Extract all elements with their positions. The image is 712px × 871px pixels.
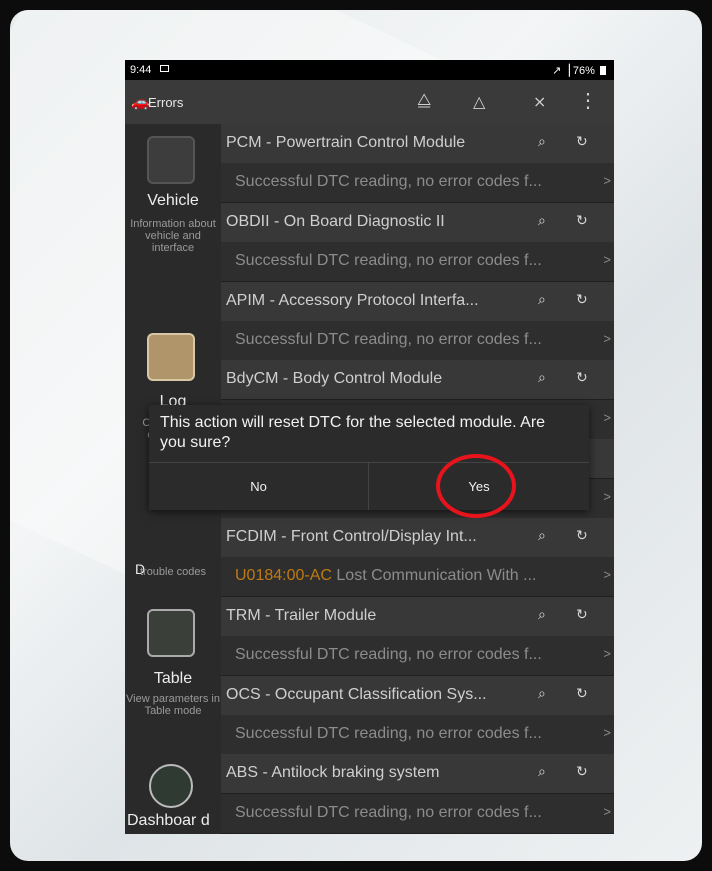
module-row[interactable]: APIM - Accessory Protocol Interfa... ⌕ ↻ (221, 282, 614, 321)
table-grid-icon (147, 609, 195, 657)
module-row[interactable]: FCDIM - Front Control/Display Int... ⌕ ↻ (221, 518, 614, 557)
chevron-right-icon: > (603, 646, 611, 661)
search-icon[interactable]: ⌕ (538, 763, 546, 780)
chevron-right-icon: > (603, 410, 611, 425)
module-name: TRM - Trailer Module (226, 607, 377, 624)
phone-screen: 9:44 ↗▕ 76% 🚗 Errors ⧋ △ ⨯ ⋮ Vehicle Inf… (125, 60, 614, 834)
refresh-icon[interactable]: ↻ (576, 291, 588, 308)
sidebar-item-desc: View parameters in Table mode (126, 693, 220, 717)
reset-dtc-dialog: This action will reset DTC for the selec… (149, 405, 589, 510)
search-icon[interactable]: ⌕ (538, 212, 546, 229)
result-row[interactable]: Successful DTC reading, no error codes f… (221, 715, 614, 754)
module-row[interactable]: OCS - Occupant Classification Sys... ⌕ ↻ (221, 676, 614, 715)
chevron-right-icon: > (603, 725, 611, 740)
module-row[interactable]: BdyCM - Body Control Module ⌕ ↻ (221, 360, 614, 399)
sidebar-item-dashboard[interactable]: Dashboar d (125, 764, 221, 834)
module-name: FCDIM - Front Control/Display Int... (226, 528, 477, 545)
module-row[interactable]: OBDII - On Board Diagnostic II ⌕ ↻ (221, 203, 614, 242)
gallery-icon (160, 65, 169, 72)
refresh-icon[interactable]: ↻ (576, 763, 588, 780)
module-name: OCS - Occupant Classification Sys... (226, 686, 487, 703)
status-time: 9:44 (130, 64, 152, 76)
refresh-icon[interactable]: ↻ (576, 606, 588, 623)
search-icon[interactable]: ⌕ (538, 369, 546, 386)
page-title: Errors (148, 95, 184, 110)
chevron-right-icon: > (603, 567, 611, 582)
result-row[interactable]: Successful DTC reading, no error codes f… (221, 636, 614, 675)
status-bar: 9:44 ↗▕ 76% (125, 60, 614, 80)
search-icon[interactable]: ⌕ (538, 133, 546, 150)
module-name: PCM - Powertrain Control Module (226, 134, 466, 151)
chevron-right-icon: > (603, 252, 611, 267)
result-text: Successful DTC reading, no error codes f… (235, 173, 542, 190)
gauge-icon (149, 764, 193, 808)
signal-icon: ↗▕ (552, 65, 570, 77)
module-row[interactable]: TRM - Trailer Module ⌕ ↻ (221, 597, 614, 636)
chevron-right-icon: > (603, 173, 611, 188)
search-icon[interactable]: ⌕ (538, 685, 546, 702)
error-row[interactable]: U0184:00-AC Lost Communication With ... > (221, 557, 614, 596)
result-text: Successful DTC reading, no error codes f… (235, 331, 542, 348)
vehicle-icon (147, 136, 195, 184)
sidebar-item-table[interactable]: Table View parameters in Table mode (125, 609, 221, 759)
status-right: ↗▕ 76% (552, 64, 606, 77)
sidebar-item-vehicle[interactable]: Vehicle Information about vehicle and in… (125, 124, 221, 319)
no-button[interactable]: No (149, 463, 368, 510)
warning-triangle-icon[interactable]: ⧋ (417, 92, 431, 110)
sidebar-item-label: Table (153, 670, 193, 687)
module-name: BdyCM - Body Control Module (226, 370, 443, 387)
result-row[interactable]: Successful DTC reading, no error codes f… (221, 242, 614, 281)
dialog-message: This action will reset DTC for the selec… (160, 414, 546, 451)
module-row[interactable]: PCM - Powertrain Control Module ⌕ ↻ (221, 124, 614, 163)
overflow-menu-icon[interactable]: ⋮ (578, 88, 598, 113)
notepad-icon (147, 333, 195, 381)
search-icon[interactable]: ⌕ (538, 606, 546, 623)
module-name: OBDII - On Board Diagnostic II (226, 213, 445, 230)
result-text: U0184:00-AC Lost Communication With ... (235, 567, 536, 585)
result-text: Successful DTC reading, no error codes f… (235, 646, 542, 663)
module-name: APIM - Accessory Protocol Interfa... (226, 292, 479, 309)
result-row[interactable]: Successful DTC reading, no error codes f… (221, 794, 614, 833)
result-text: Successful DTC reading, no error codes f… (235, 804, 542, 821)
chevron-right-icon: > (603, 331, 611, 346)
battery-level: 76% (572, 65, 595, 77)
error-description: Lost Communication With ... (331, 567, 537, 584)
refresh-icon[interactable]: ↻ (576, 133, 588, 150)
sidebar-item-label: Vehicle (147, 192, 199, 209)
result-row[interactable]: Successful DTC reading, no error codes f… (221, 321, 614, 360)
app-bar: 🚗 Errors ⧋ △ ⨯ ⋮ (125, 80, 614, 124)
chevron-right-icon: > (603, 489, 611, 504)
refresh-icon[interactable]: ↻ (576, 212, 588, 229)
result-text: Successful DTC reading, no error codes f… (235, 725, 542, 742)
screenshot-frame: 9:44 ↗▕ 76% 🚗 Errors ⧋ △ ⨯ ⋮ Vehicle Inf… (10, 10, 702, 861)
result-text: Successful DTC reading, no error codes f… (235, 252, 542, 269)
result-row[interactable]: Successful DTC reading, no error codes f… (221, 163, 614, 202)
chevron-right-icon: > (603, 804, 611, 819)
search-icon[interactable]: ⌕ (538, 291, 546, 308)
refresh-icon[interactable]: ↻ (576, 527, 588, 544)
module-row[interactable]: ABS - Antilock braking system ⌕ ↻ (221, 754, 614, 793)
sidebar-item-desc: Information about vehicle and interface (130, 218, 216, 254)
sidebar-item-label: Dashboar d (127, 812, 210, 829)
car-logo-icon[interactable]: 🚗 (131, 93, 150, 111)
module-name: ABS - Antilock braking system (226, 764, 440, 781)
error-code: U0184:00-AC (235, 567, 332, 584)
refresh-icon[interactable]: ↻ (576, 369, 588, 386)
highlight-circle (436, 454, 516, 518)
refresh-icon[interactable]: ↻ (576, 685, 588, 702)
battery-icon (600, 66, 606, 75)
warning-outline-icon[interactable]: △ (473, 92, 485, 112)
clear-errors-icon[interactable]: ⨯ (533, 92, 546, 112)
sidebar-item-desc: trouble codes (139, 566, 207, 578)
search-icon[interactable]: ⌕ (538, 527, 546, 544)
